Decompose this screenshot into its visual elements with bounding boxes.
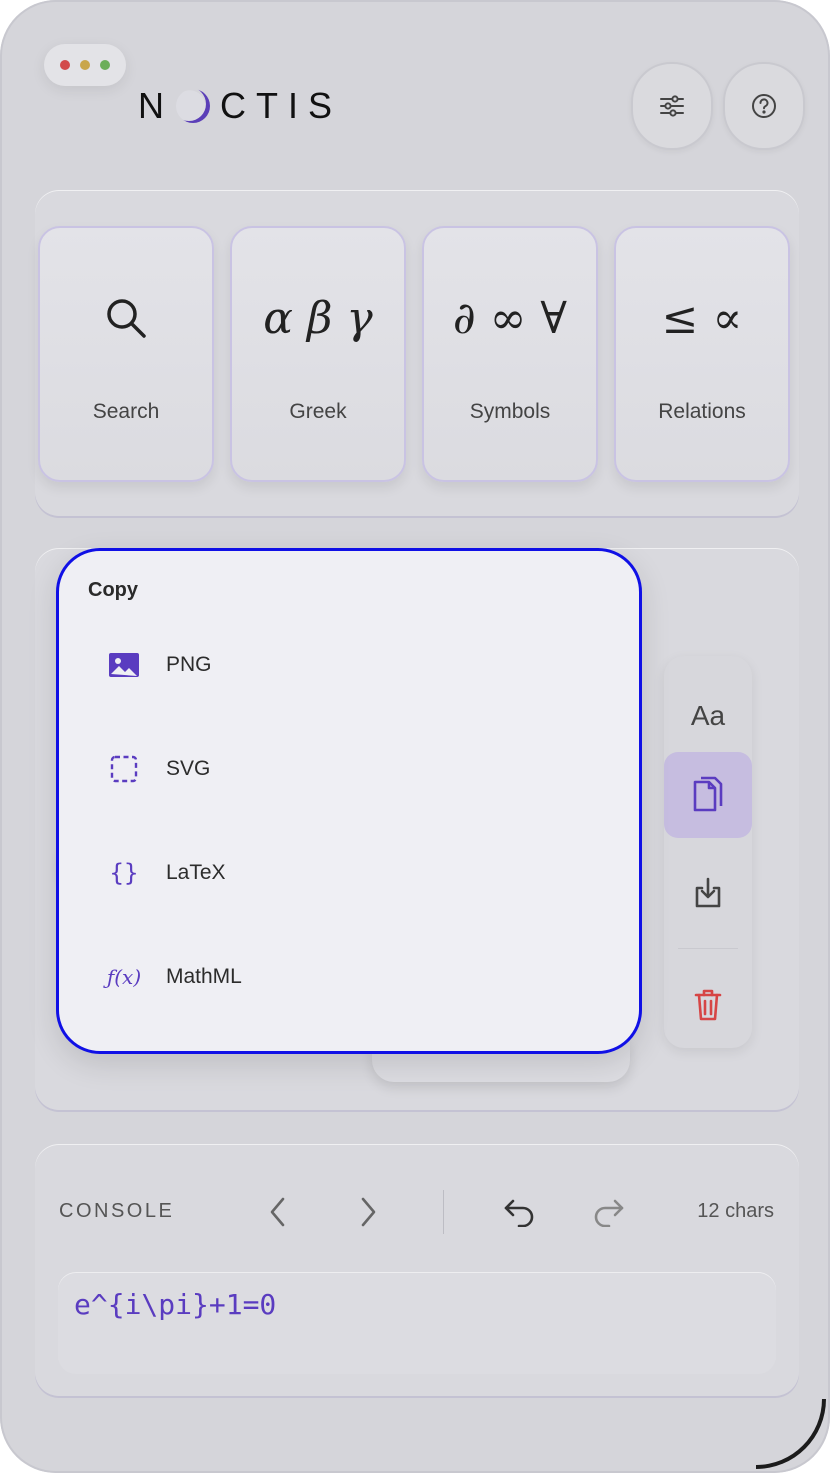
copy-menu-title: Copy xyxy=(88,579,138,601)
copy-icon xyxy=(693,776,723,812)
category-greek[interactable]: α β γ Greek xyxy=(230,226,406,482)
category-relations[interactable]: ≤ ∝ Relations xyxy=(614,226,790,482)
image-icon xyxy=(104,652,144,678)
copy-button[interactable] xyxy=(664,752,752,838)
greek-glyph: α β γ xyxy=(263,292,373,344)
font-style-icon: Aa xyxy=(690,700,726,731)
app-logo: N CTIS xyxy=(138,84,342,128)
relations-glyph: ≤ ∝ xyxy=(661,292,743,344)
undo-button[interactable] xyxy=(502,1194,538,1230)
resize-corner xyxy=(756,1399,826,1469)
copy-option-label: LaTeX xyxy=(166,861,226,884)
side-toolbar: Aa xyxy=(664,656,752,1048)
category-label: Search xyxy=(92,400,160,423)
help-button[interactable] xyxy=(723,62,805,150)
toolbar-divider xyxy=(678,948,738,949)
history-back-button[interactable] xyxy=(260,1194,296,1230)
category-label: Relations xyxy=(658,400,746,423)
console-divider xyxy=(443,1190,444,1234)
redo-icon xyxy=(594,1199,624,1227)
chevron-right-icon xyxy=(361,1197,376,1227)
window-controls xyxy=(44,44,126,86)
copy-option-label: MathML xyxy=(166,965,242,988)
braces-icon: {} xyxy=(109,859,139,887)
symbols-glyph: ∂ ∞ ∀ xyxy=(453,292,567,344)
copy-option-latex[interactable]: {} LaTeX xyxy=(104,853,226,893)
latex-input-text: e^{i\pi}+1=0 xyxy=(74,1288,277,1321)
category-label: Symbols xyxy=(469,400,551,423)
export-button[interactable] xyxy=(664,852,752,934)
sliders-icon xyxy=(660,95,684,117)
copy-option-png[interactable]: PNG xyxy=(104,645,212,685)
category-glyph xyxy=(103,286,149,350)
logo-text-left: N xyxy=(138,85,174,126)
trash-icon xyxy=(694,989,722,1021)
minimize-window-button[interactable] xyxy=(80,60,90,70)
help-icon xyxy=(752,94,776,118)
history-forward-button[interactable] xyxy=(350,1194,386,1230)
copy-option-label: SVG xyxy=(166,757,211,780)
settings-button[interactable] xyxy=(631,62,713,150)
category-label: Greek xyxy=(289,400,347,423)
console-title: CONSOLE xyxy=(59,1200,175,1222)
logo-text-right: CTIS xyxy=(220,85,343,126)
maximize-window-button[interactable] xyxy=(100,60,110,70)
chevron-left-icon xyxy=(270,1197,285,1227)
delete-button[interactable] xyxy=(664,962,752,1048)
copy-option-mathml[interactable]: ƒ(x) MathML xyxy=(104,957,242,997)
redo-button[interactable] xyxy=(590,1194,626,1230)
character-count: 12 chars xyxy=(697,1200,774,1222)
copy-option-svg[interactable]: SVG xyxy=(104,749,210,789)
latex-input[interactable]: e^{i\pi}+1=0 xyxy=(58,1272,776,1374)
copy-menu: Copy PNG SVG {} LaTeX ƒ(x) MathML xyxy=(56,548,642,1054)
category-search[interactable]: Search xyxy=(38,226,214,482)
vector-frame-icon xyxy=(104,755,144,783)
app-window: N CTIS Search α β γ Greek ∂ ∞ ∀ Symbols xyxy=(0,0,830,1473)
copy-option-label: PNG xyxy=(166,653,212,676)
function-icon: ƒ(x) xyxy=(106,965,142,989)
search-icon xyxy=(107,299,146,338)
logo-o-mark xyxy=(176,89,210,123)
undo-icon xyxy=(504,1199,534,1227)
export-icon xyxy=(695,877,721,908)
close-window-button[interactable] xyxy=(60,60,70,70)
font-style-button[interactable]: Aa xyxy=(664,674,752,758)
category-symbols[interactable]: ∂ ∞ ∀ Symbols xyxy=(422,226,598,482)
